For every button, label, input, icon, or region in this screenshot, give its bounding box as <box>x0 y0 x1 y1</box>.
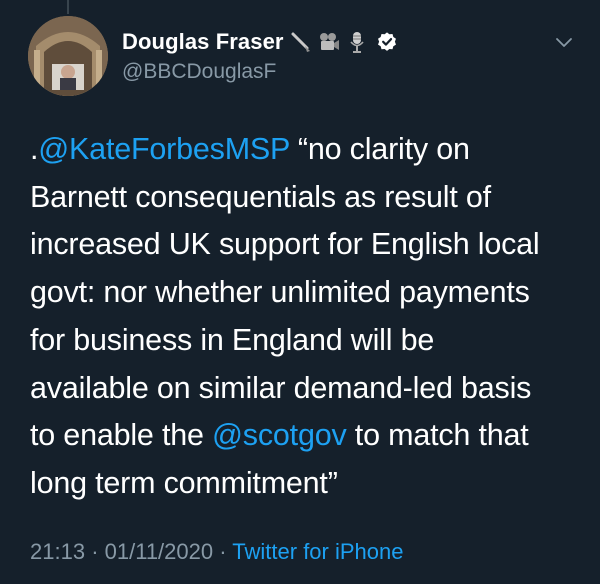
tweet-source-link[interactable]: Twitter for iPhone <box>232 539 403 564</box>
tweet-text: .@KateForbesMSP “no clarity on Barnett co… <box>30 126 586 508</box>
tweet-text-line: .@KateForbesMSP “no clarity on <box>30 126 586 174</box>
tweet-text-segment: govt: nor whether unlimited payments <box>30 275 530 310</box>
mention-link[interactable]: @KateForbesMSP <box>38 132 290 166</box>
tweet-text-segment: “no clarity on <box>289 132 470 166</box>
display-name-row: Douglas Fraser <box>122 26 398 58</box>
tweet-text-line: available on similar demand-led basis <box>30 365 586 413</box>
meta-separator: · <box>91 539 105 564</box>
avatar[interactable] <box>28 16 108 96</box>
tweet-text-segment: long term commitment” <box>30 465 338 500</box>
tweet-text-segment: to enable the <box>30 418 213 453</box>
tweet-text-segment: for business in England will be <box>30 322 435 357</box>
pen-icon <box>290 31 312 53</box>
author-names: Douglas Fraser @BBCDouglasF <box>122 26 398 84</box>
tweet-time[interactable]: 21:13 <box>30 539 85 564</box>
tweet-header: Douglas Fraser @BBCDouglasF <box>28 16 588 96</box>
chevron-down-icon[interactable] <box>552 30 576 54</box>
tweet: Douglas Fraser @BBCDouglasF .@KateForbes… <box>0 0 600 584</box>
display-name[interactable]: Douglas Fraser <box>122 29 284 55</box>
author-handle[interactable]: @BBCDouglasF <box>122 60 398 84</box>
tweet-text-line: Barnett consequentials as result of <box>30 174 586 222</box>
tweet-text-segment: available on similar demand-led basis <box>30 370 532 405</box>
film-camera-icon <box>318 31 340 53</box>
tweet-text-line: long term commitment” <box>30 460 586 508</box>
mention-link[interactable]: @scotgov <box>212 418 347 452</box>
tweet-date[interactable]: 01/11/2020 <box>105 539 213 564</box>
meta-separator: · <box>219 539 233 564</box>
tweet-text-segment: to match that <box>346 418 529 453</box>
tweet-text-line: to enable the @scotgov to match that <box>30 412 586 460</box>
tweet-text-line: govt: nor whether unlimited payments <box>30 269 586 317</box>
tweet-text-line: increased UK support for English local <box>30 221 586 269</box>
microphone-icon <box>346 31 368 53</box>
tweet-text-segment: Barnett consequentials as result of <box>30 179 491 214</box>
tweet-text-segment: increased UK support for English local <box>30 227 540 262</box>
tweet-text-line: for business in England will be <box>30 317 586 365</box>
verified-badge-icon <box>376 31 398 53</box>
tweet-metadata: 21:13 · 01/11/2020 · Twitter for iPhone <box>30 539 403 565</box>
